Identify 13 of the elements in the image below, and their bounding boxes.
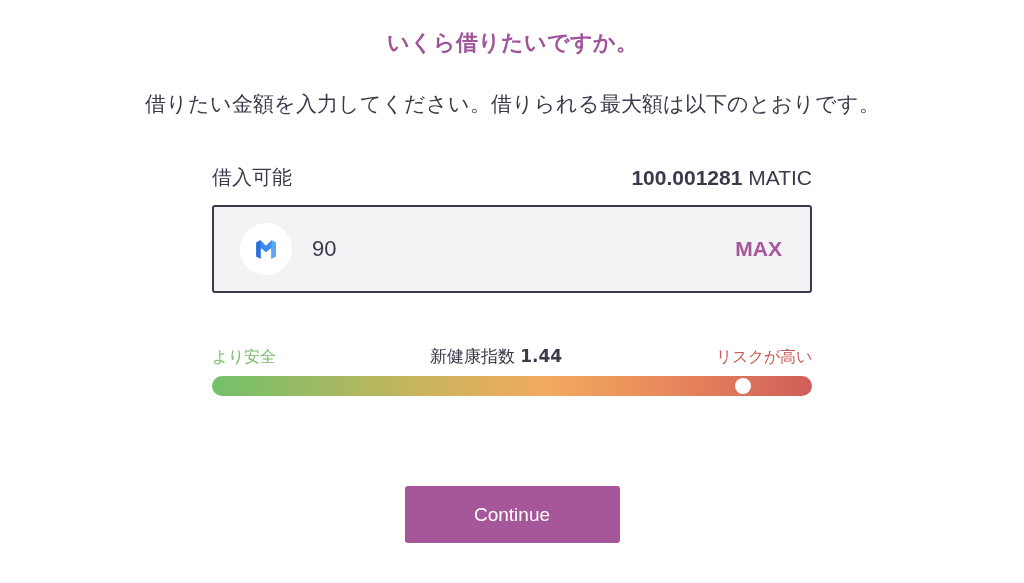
available-amount: 100.001281 — [631, 165, 743, 189]
continue-button[interactable]: Continue — [404, 486, 620, 543]
max-button[interactable]: MAX — [735, 237, 782, 261]
page-title: いくら借りたいですか。 — [386, 29, 638, 57]
currency-unit: MATIC — [748, 165, 812, 189]
riskier-label: リスクが高い — [716, 347, 812, 368]
available-label: 借入可能 — [212, 164, 292, 191]
amount-field[interactable]: 90 MAX — [212, 205, 812, 293]
health-factor-label: 新健康指数 — [429, 346, 515, 366]
token-logo-icon — [240, 223, 292, 275]
instructions: 借りたい金額を入力してください。借りられる最大額は以下のとおりです。 — [144, 91, 880, 118]
health-factor-value: 1.44 — [520, 346, 563, 366]
safer-label: より安全 — [212, 347, 276, 368]
